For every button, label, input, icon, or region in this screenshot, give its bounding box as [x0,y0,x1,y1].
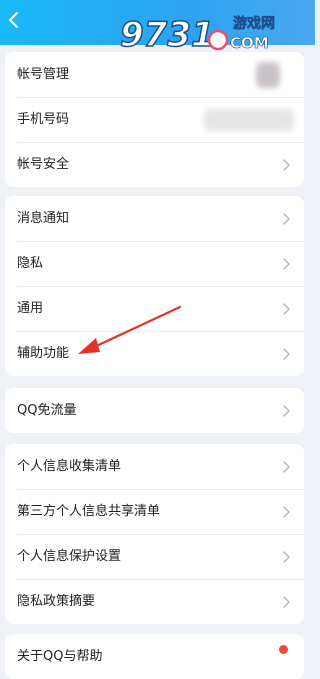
row-privacy-policy-summary[interactable]: 隐私政策摘要 [5,579,304,624]
chevron-right-icon [283,405,290,417]
row-phone-number[interactable]: 手机号码 [5,97,304,142]
row-label: 帐号管理 [17,67,70,82]
chevron-right-icon [283,348,290,360]
watermark-site-text: 游戏网 [233,15,275,32]
row-third-party-sharing[interactable]: 第三方个人信息共享清单 [5,489,304,534]
row-personal-info-collection[interactable]: 个人信息收集清单 [5,444,304,489]
row-personal-info-protection[interactable]: 个人信息保护设置 [5,534,304,579]
blurred-avatar [256,62,280,88]
watermark-ring-icon [207,29,229,51]
row-label: 隐私 [17,256,44,271]
personal-info-group: 个人信息收集清单 第三方个人信息共享清单 个人信息保护设置 隐私政策摘要 [5,444,304,624]
row-label: QQ免流量 [17,403,77,418]
row-label: 消息通知 [17,211,70,226]
chevron-right-icon [283,213,290,225]
row-qq-free-data[interactable]: QQ免流量 [5,388,304,433]
chevron-right-icon [283,258,290,270]
account-settings-group: 帐号管理 手机号码 帐号安全 [5,52,304,187]
general-settings-group: 消息通知 隐私 通用 辅助功能 [5,196,304,376]
row-label: 个人信息保护设置 [17,549,122,564]
chevron-right-icon [283,596,290,608]
top-nav-bar: 9731 游戏网 COM [0,0,315,55]
row-account-security[interactable]: 帐号安全 [5,142,304,187]
row-accessibility[interactable]: 辅助功能 [5,331,304,376]
row-label: 帐号安全 [17,157,70,172]
chevron-right-icon [283,303,290,315]
chevron-right-icon [283,551,290,563]
row-label: 通用 [17,301,44,316]
watermark-number: 9731 [120,15,215,55]
chevron-right-icon [283,159,290,171]
row-label: 关于QQ与帮助 [17,649,103,664]
site-watermark-logo: 9731 游戏网 COM [119,14,275,55]
chevron-left-icon [8,11,19,29]
red-dot-badge [279,645,288,654]
row-privacy[interactable]: 隐私 [5,241,304,286]
row-label: 手机号码 [17,112,70,127]
chevron-right-icon [283,506,290,518]
data-plan-group: QQ免流量 [5,388,304,433]
watermark-domain-text: COM [230,34,269,52]
row-about-qq-help[interactable]: 关于QQ与帮助 [5,634,304,679]
row-message-notifications[interactable]: 消息通知 [5,196,304,241]
row-label: 隐私政策摘要 [17,594,96,609]
about-group: 关于QQ与帮助 [5,634,304,679]
back-button[interactable] [6,10,22,30]
row-general[interactable]: 通用 [5,286,304,331]
chevron-right-icon [283,461,290,473]
row-label: 辅助功能 [17,346,70,361]
blurred-phone-value [204,109,294,131]
row-label: 个人信息收集清单 [17,459,122,474]
row-account-management[interactable]: 帐号管理 [5,52,304,97]
row-label: 第三方个人信息共享清单 [17,504,161,519]
